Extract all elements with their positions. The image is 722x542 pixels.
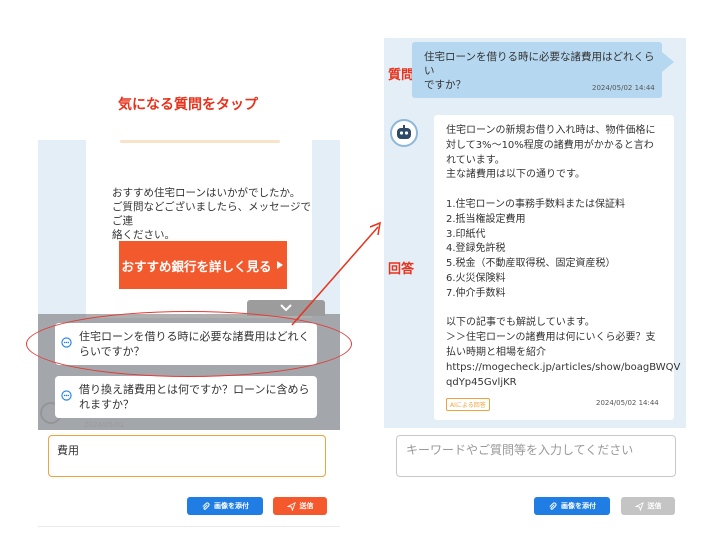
intro-message: おすすめ住宅ローンはいかがでしたか。 ご質問などございましたら、メッセージでご連… xyxy=(112,186,312,242)
bot-avatar xyxy=(390,119,418,147)
send-label: 送信 xyxy=(299,502,314,510)
article-link-line[interactable]: ＞＞住宅ローンの諸費用は何にいくら必要？支 xyxy=(446,331,672,346)
answer-line: 2.抵当権設定費用 xyxy=(446,213,526,225)
question-line: 借り換え諸費用とは何ですか？ローンに含めら xyxy=(79,383,310,396)
intro-line: ご質問などございましたら、メッセージでご連 xyxy=(112,201,311,227)
answer-line: 以下の記事でも解説しています。 xyxy=(446,317,595,329)
user-line: 住宅ローンを借りる時に必要な諸費用はどれくらい xyxy=(424,51,655,77)
attach-label: 画像を添付 xyxy=(561,502,596,510)
article-link-line[interactable]: 払い時期と相場を紹介 xyxy=(446,346,672,361)
user-bubble-tail xyxy=(662,52,674,72)
faint-timestamp: 2024/05/02 xyxy=(84,421,125,429)
send-icon xyxy=(634,501,644,511)
paperclip-icon xyxy=(202,502,210,510)
cta-label: おすすめ銀行を詳しく見る xyxy=(121,258,272,274)
answer-line: 3.印紙代 xyxy=(446,228,486,240)
answer-line: 1.住宅ローンの事務手数料または保証料 xyxy=(446,198,626,210)
answer-time: 2024/05/02 14:44 xyxy=(596,399,659,407)
label-answer: 回答 xyxy=(388,262,415,277)
intro-line: 絡ください。 xyxy=(112,229,175,241)
answer-line: 7.仲介手数料 xyxy=(446,287,506,299)
answer-line: 6.火災保険料 xyxy=(446,272,506,284)
pointer-arrow xyxy=(291,221,381,326)
url-line[interactable]: https://mogecheck.jp/articles/show/boagB… xyxy=(446,361,680,376)
attach-image-button[interactable]: 画像を添付 xyxy=(187,497,263,515)
chat-bubble-icon xyxy=(61,390,72,401)
card-divider xyxy=(120,140,280,143)
send-button-right[interactable]: 送信 xyxy=(621,497,675,515)
send-icon xyxy=(286,501,296,511)
send-label: 送信 xyxy=(647,502,662,510)
suggested-question-2[interactable]: 借り換え諸費用とは何ですか？ローンに含めら れますか？ xyxy=(55,376,317,418)
intro-line: おすすめ住宅ローンはいかがでしたか。 xyxy=(112,187,301,199)
input-placeholder: キーワードやご質問等を入力してください xyxy=(406,443,634,457)
answer-line: 対して3%～10%程度の諸費用がかかると言わ xyxy=(446,139,654,151)
answer-line: 5.税金（不動産取得税、固定資産税） xyxy=(446,258,616,270)
url-line[interactable]: qdYp45GvljKR xyxy=(446,376,672,391)
attach-label: 画像を添付 xyxy=(214,502,249,510)
bottom-divider xyxy=(38,526,340,527)
caption-tap-question: 気になる質問をタップ xyxy=(118,97,258,113)
ai-answer-badge: AIによる回答 xyxy=(446,398,490,411)
answer-line xyxy=(446,183,672,198)
answer-line xyxy=(446,302,672,317)
send-button[interactable]: 送信 xyxy=(273,497,327,515)
answer-line: 住宅ローンの新規お借り入れ時は、物件価格に xyxy=(446,125,656,136)
answer-line: 4.登録免許税 xyxy=(446,243,506,255)
label-question: 質問 xyxy=(388,68,415,83)
arrow-right-icon xyxy=(276,261,283,269)
attach-image-button-right[interactable]: 画像を添付 xyxy=(534,497,610,515)
robot-icon xyxy=(397,125,411,139)
bot-answer-text: 住宅ローンの新規お借り入れ時は、物件価格に 対して3%～10%程度の諸費用がかか… xyxy=(446,124,680,391)
answer-line: 主な諸費用は以下の通りです。 xyxy=(446,169,585,181)
paperclip-icon xyxy=(549,502,557,510)
message-input[interactable]: 費用 xyxy=(48,435,326,477)
answer-line: れています。 xyxy=(446,154,505,166)
question-line: れますか？ xyxy=(79,398,134,411)
user-message-time: 2024/05/02 14:44 xyxy=(592,84,655,92)
recommended-banks-button[interactable]: おすすめ銀行を詳しく見る xyxy=(119,241,287,289)
